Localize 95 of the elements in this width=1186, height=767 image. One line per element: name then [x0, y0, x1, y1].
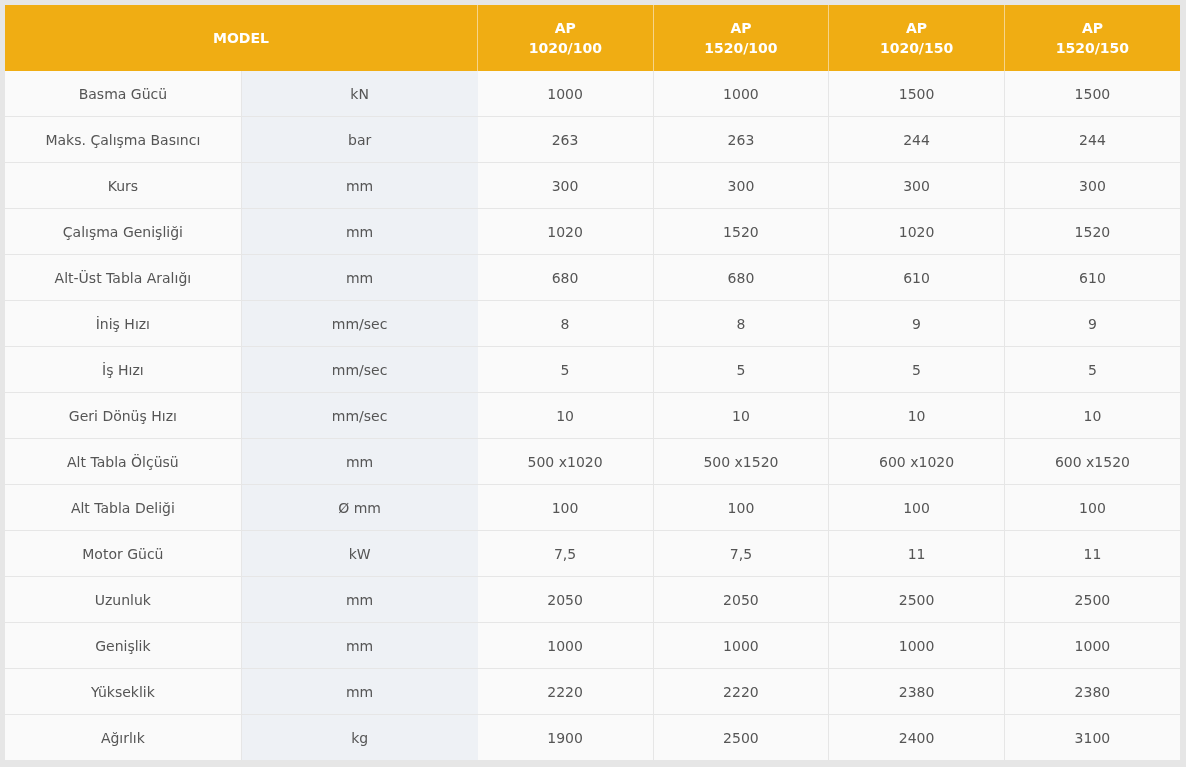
table-cell: 10	[653, 392, 829, 439]
table-cell: 7,5	[477, 530, 654, 577]
table-cell: 5	[653, 346, 829, 393]
table-cell: 1000	[653, 71, 829, 117]
table-cell: Basma Gücü	[5, 71, 242, 117]
table-cell: 5	[828, 346, 1005, 393]
table-cell: 244	[828, 116, 1005, 163]
table-cell: 100	[828, 484, 1005, 531]
table-cell: Ağırlık	[5, 714, 242, 761]
table-cell: mm	[241, 254, 478, 301]
table-cell: 100	[477, 484, 654, 531]
table-cell: mm	[241, 438, 478, 485]
table-cell: 1000	[477, 71, 654, 117]
table-cell: Motor Gücü	[5, 530, 242, 577]
table-cell: 263	[477, 116, 654, 163]
table-cell: Yükseklik	[5, 668, 242, 715]
table-cell: 600 x1520	[1004, 438, 1180, 485]
table-cell: kg	[241, 714, 478, 761]
table-cell: Alt Tabla Deliği	[5, 484, 242, 531]
table-cell: 1900	[477, 714, 654, 761]
table-cell: mm	[241, 576, 478, 623]
table-cell: bar	[241, 116, 478, 163]
table-cell: 10	[477, 392, 654, 439]
table-cell: 680	[653, 254, 829, 301]
table-cell: 300	[828, 162, 1005, 209]
table-cell: mm	[241, 622, 478, 669]
table-cell: 5	[477, 346, 654, 393]
table-cell: 2050	[477, 576, 654, 623]
table-cell: 9	[1004, 300, 1180, 347]
table-cell: 10	[1004, 392, 1180, 439]
table-cell: 244	[1004, 116, 1180, 163]
header-cell: AP 1020/150	[828, 5, 1005, 71]
table-cell: 10	[828, 392, 1005, 439]
table-cell: mm	[241, 162, 478, 209]
table-cell: 2050	[653, 576, 829, 623]
table-cell: 1020	[828, 208, 1005, 255]
table-cell: 300	[477, 162, 654, 209]
table-cell: mm	[241, 208, 478, 255]
table-cell: 1000	[828, 622, 1005, 669]
table-cell: 100	[1004, 484, 1180, 531]
table-cell: 263	[653, 116, 829, 163]
table-cell: 610	[828, 254, 1005, 301]
table-cell: Uzunluk	[5, 576, 242, 623]
table-cell: Genişlik	[5, 622, 242, 669]
header-cell: MODEL	[5, 5, 478, 71]
header-cell: AP 1020/100	[477, 5, 654, 71]
table-cell: 1500	[1004, 71, 1180, 117]
table-cell: 2500	[828, 576, 1005, 623]
table-cell: 2220	[653, 668, 829, 715]
table-cell: 1500	[828, 71, 1005, 117]
table-cell: 500 x1020	[477, 438, 654, 485]
table-cell: 2220	[477, 668, 654, 715]
table-cell: 300	[653, 162, 829, 209]
table-cell: kN	[241, 71, 478, 117]
table-cell: 1000	[1004, 622, 1180, 669]
header-cell: AP 1520/100	[653, 5, 829, 71]
table-cell: Maks. Çalışma Basıncı	[5, 116, 242, 163]
table-cell: 500 x1520	[653, 438, 829, 485]
table-cell: 9	[828, 300, 1005, 347]
table-cell: mm/sec	[241, 392, 478, 439]
table-cell: Kurs	[5, 162, 242, 209]
table-cell: Geri Dönüş Hızı	[5, 392, 242, 439]
table-cell: Alt Tabla Ölçüsü	[5, 438, 242, 485]
table-cell: 2380	[1004, 668, 1180, 715]
table-cell: kW	[241, 530, 478, 577]
table-cell: 3100	[1004, 714, 1180, 761]
table-cell: 1000	[477, 622, 654, 669]
table-cell: İş Hızı	[5, 346, 242, 393]
table-cell: 11	[828, 530, 1005, 577]
table-cell: 5	[1004, 346, 1180, 393]
table-cell: Ø mm	[241, 484, 478, 531]
table-cell: mm/sec	[241, 346, 478, 393]
table-cell: 2380	[828, 668, 1005, 715]
table-cell: 1520	[1004, 208, 1180, 255]
table-cell: mm	[241, 668, 478, 715]
table-cell: 1020	[477, 208, 654, 255]
table-cell: 2500	[1004, 576, 1180, 623]
table-cell: 8	[653, 300, 829, 347]
table-cell: 600 x1020	[828, 438, 1005, 485]
table-cell: 680	[477, 254, 654, 301]
table-cell: 1520	[653, 208, 829, 255]
table-cell: 2400	[828, 714, 1005, 761]
header-cell: AP 1520/150	[1004, 5, 1180, 71]
table-cell: 300	[1004, 162, 1180, 209]
table-cell: 2500	[653, 714, 829, 761]
table-cell: 8	[477, 300, 654, 347]
table-cell: mm/sec	[241, 300, 478, 347]
table-cell: 1000	[653, 622, 829, 669]
table-cell: 7,5	[653, 530, 829, 577]
table-cell: Çalışma Genişliği	[5, 208, 242, 255]
table-cell: İniş Hızı	[5, 300, 242, 347]
table-cell: Alt-Üst Tabla Aralığı	[5, 254, 242, 301]
table-cell: 11	[1004, 530, 1180, 577]
table-cell: 100	[653, 484, 829, 531]
table-cell: 610	[1004, 254, 1180, 301]
